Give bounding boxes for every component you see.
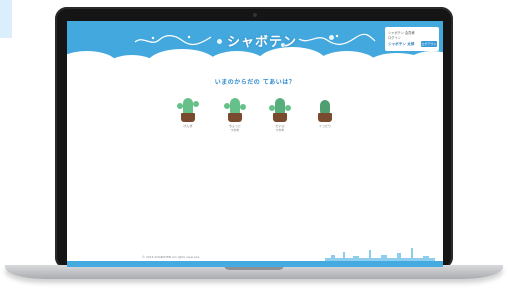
pot-icon <box>318 113 332 122</box>
site-logo[interactable]: シャボテン <box>227 31 297 50</box>
logout-button[interactable]: ログアウト <box>421 40 437 47</box>
login-status: ログイン <box>388 36 401 40</box>
cactus-icon <box>230 98 240 114</box>
swirl-ornament-icon <box>134 35 212 46</box>
cactus-label: ぐったり <box>318 124 331 128</box>
cactus-label: げんき <box>183 124 193 128</box>
pot-icon <box>228 113 242 122</box>
bubble-icon <box>217 39 222 44</box>
swirl-ornament-icon <box>298 33 376 45</box>
page-question: いまのからだの てあいは？ <box>214 79 296 86</box>
bubble-icon <box>329 35 334 40</box>
cactus-icon <box>275 98 285 114</box>
laptop-screen: シャボテン シャボテン 会員様 ログイン シャボテン 太郎 ログアウト いまのか… <box>67 21 443 267</box>
login-panel: シャボテン 会員様 ログイン シャボテン 太郎 ログアウト <box>385 27 439 51</box>
footer-bar <box>67 261 443 267</box>
cactus-option[interactable]: ちょっと つかれ <box>217 95 253 139</box>
camera-icon <box>253 13 257 17</box>
cactus-arm <box>285 105 291 111</box>
cactus-arm <box>193 101 199 107</box>
pot-icon <box>273 113 287 122</box>
site-header: シャボテン シャボテン 会員様 ログイン シャボテン 太郎 ログアウト <box>67 21 443 79</box>
copyright-text: © 2016 SHABOTEN all rights reserved. <box>142 255 201 259</box>
cactus-option[interactable]: げんき <box>170 95 206 139</box>
user-name: シャボテン 太郎 <box>388 42 415 46</box>
cactus-label: ちょっと つかれ <box>228 124 241 132</box>
cactus-label: だいぶ つかれ <box>275 124 285 132</box>
decorative-swatch <box>0 0 12 38</box>
cactus-icon <box>183 98 193 114</box>
city-skyline-icon <box>325 248 435 261</box>
pot-icon <box>181 113 195 122</box>
cactus-option[interactable]: だいぶ つかれ <box>262 95 298 139</box>
cactus-arm <box>240 104 246 110</box>
cactus-option[interactable]: ぐったり <box>307 95 343 139</box>
